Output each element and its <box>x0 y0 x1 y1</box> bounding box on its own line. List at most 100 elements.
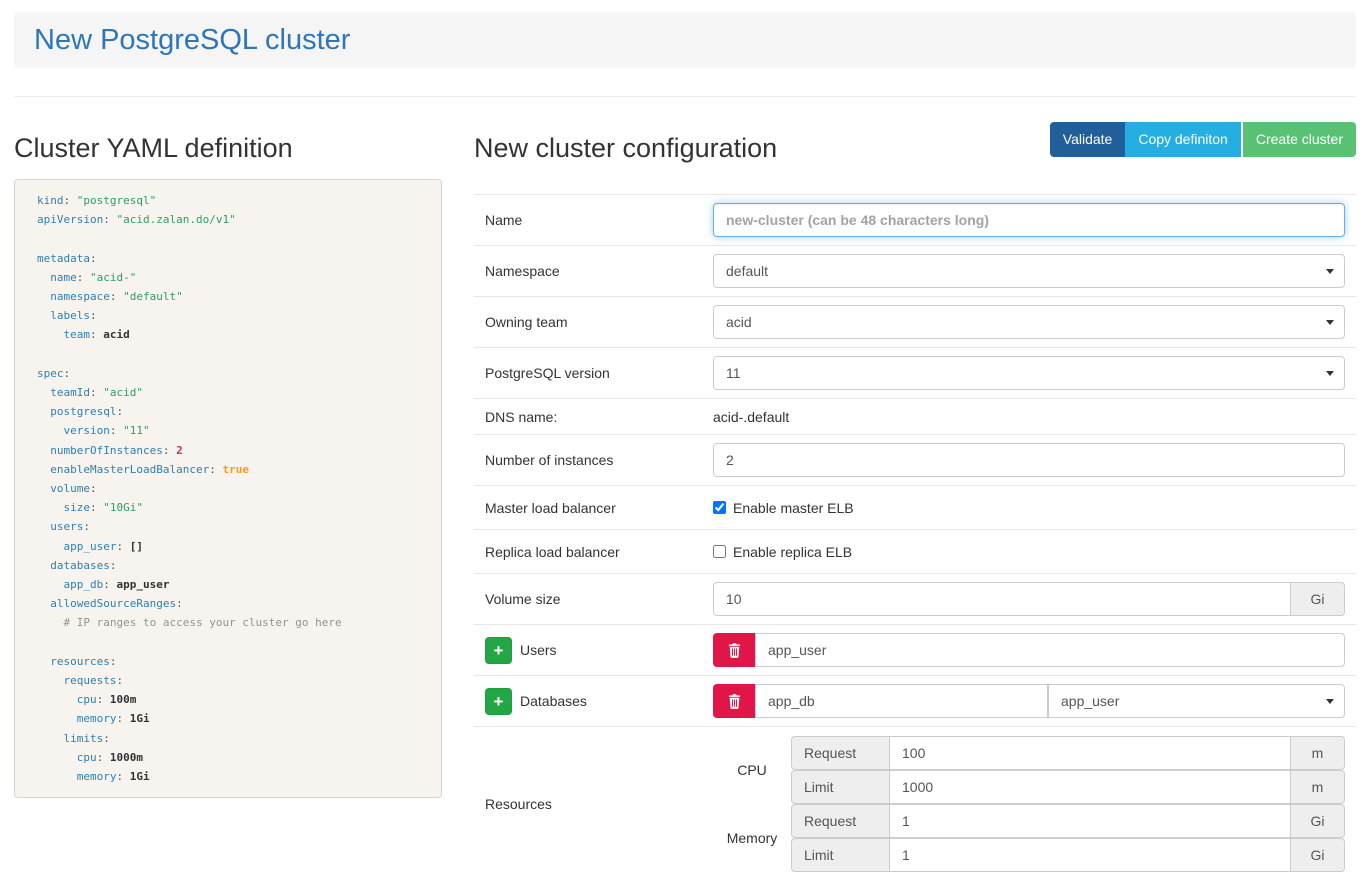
master-lb-label: Master load balancer <box>485 500 713 516</box>
volume-unit-addon: Gi <box>1291 582 1345 616</box>
config-title: New cluster configuration <box>474 133 777 164</box>
owning-team-row: Owning team acid <box>474 297 1356 348</box>
page-header: New PostgreSQL cluster <box>14 12 1356 68</box>
memory-request-input[interactable] <box>889 804 1291 838</box>
chevron-down-icon <box>1326 699 1334 704</box>
cluster-actions: Validate Copy definiton Create cluster <box>1050 122 1356 157</box>
yaml-line: team: acid <box>37 325 419 344</box>
replica-elb-checkbox-label: Enable replica ELB <box>733 544 852 560</box>
yaml-line: postgresql: <box>37 402 419 421</box>
name-input[interactable] <box>713 203 1345 237</box>
yaml-panel-title: Cluster YAML definition <box>14 133 442 164</box>
resource-group-labels: CPU Memory <box>713 736 791 872</box>
yaml-line: memory: 1Gi <box>37 709 419 728</box>
page-title: New PostgreSQL cluster <box>34 24 350 57</box>
pg-version-select-value: 11 <box>726 365 741 381</box>
replica-elb-checkbox[interactable] <box>713 545 726 558</box>
cpu-request-input[interactable] <box>889 736 1291 770</box>
namespace-label: Namespace <box>485 263 713 279</box>
resources-label-col: Resources <box>485 736 713 872</box>
user-item <box>713 633 1345 667</box>
yaml-line: resources: <box>37 652 419 671</box>
cpu-limit-input[interactable] <box>889 770 1291 804</box>
yaml-line: cpu: 1000m <box>37 748 419 767</box>
user-name-input[interactable] <box>755 633 1345 667</box>
memory-label: Memory <box>713 804 791 872</box>
chevron-down-icon <box>1326 371 1334 376</box>
databases-label: Databases <box>520 693 587 709</box>
yaml-line: volume: <box>37 479 419 498</box>
instances-row: Number of instances <box>474 435 1356 486</box>
validate-button[interactable]: Validate <box>1050 122 1126 157</box>
replica-lb-row: Replica load balancer Enable replica ELB <box>474 530 1356 574</box>
add-user-button[interactable]: + <box>485 637 512 664</box>
yaml-line: apiVersion: "acid.zalan.do/v1" <box>37 210 419 229</box>
delete-database-button[interactable] <box>713 684 755 718</box>
cpu-label: CPU <box>713 736 791 804</box>
owning-team-select[interactable]: acid <box>713 305 1345 339</box>
volume-size-label: Volume size <box>485 591 713 607</box>
yaml-line: allowedSourceRanges: <box>37 594 419 613</box>
cpu-limit-unit-addon: m <box>1291 770 1345 804</box>
yaml-line: teamId: "acid" <box>37 383 419 402</box>
yaml-line: users: <box>37 517 419 536</box>
pg-version-label: PostgreSQL version <box>485 365 713 381</box>
master-lb-row: Master load balancer Enable master ELB <box>474 486 1356 530</box>
trash-icon <box>728 694 741 709</box>
cpu-request-addon: Request <box>791 736 889 770</box>
pg-version-select[interactable]: 11 <box>713 356 1345 390</box>
yaml-line: requests: <box>37 671 419 690</box>
owning-team-select-value: acid <box>726 314 752 330</box>
master-elb-checkbox[interactable] <box>713 501 726 514</box>
create-cluster-button[interactable]: Create cluster <box>1243 122 1356 157</box>
yaml-line: name: "acid-" <box>37 268 419 287</box>
users-row: + Users <box>474 625 1356 676</box>
yaml-line: metadata: <box>37 249 419 268</box>
namespace-row: Namespace default <box>474 246 1356 297</box>
volume-size-row: Volume size Gi <box>474 574 1356 625</box>
memory-limit-group: Limit Gi <box>791 838 1345 872</box>
master-elb-checkbox-label: Enable master ELB <box>733 500 854 516</box>
yaml-line <box>37 345 419 364</box>
dns-name-value: acid-.default <box>713 409 789 425</box>
dns-name-row: DNS name: acid-.default <box>474 399 1356 435</box>
namespace-select[interactable]: default <box>713 254 1345 288</box>
database-owner-select[interactable]: app_user <box>1048 684 1345 718</box>
volume-size-input[interactable] <box>713 582 1291 616</box>
yaml-line: cpu: 100m <box>37 690 419 709</box>
yaml-line: databases: <box>37 556 419 575</box>
yaml-line: memory: 1Gi <box>37 767 419 786</box>
copy-definition-button[interactable]: Copy definiton <box>1125 122 1241 157</box>
database-name-input[interactable] <box>755 684 1048 718</box>
databases-row: + Databases <box>474 676 1356 727</box>
dns-name-label: DNS name: <box>485 409 713 425</box>
memory-limit-input[interactable] <box>889 838 1291 872</box>
yaml-line: spec: <box>37 364 419 383</box>
pg-version-row: PostgreSQL version 11 <box>474 348 1356 399</box>
yaml-line: labels: <box>37 306 419 325</box>
memory-limit-addon: Limit <box>791 838 889 872</box>
yaml-line: kind: "postgresql" <box>37 191 419 210</box>
delete-user-button[interactable] <box>713 633 755 667</box>
add-database-button[interactable]: + <box>485 688 512 715</box>
yaml-line: app_db: app_user <box>37 575 419 594</box>
resource-inputs: Request m Limit m Request <box>791 736 1345 872</box>
cpu-request-unit-addon: m <box>1291 736 1345 770</box>
yaml-line: version: "11" <box>37 421 419 440</box>
yaml-definition: kind: "postgresql"apiVersion: "acid.zala… <box>14 179 442 798</box>
yaml-line: namespace: "default" <box>37 287 419 306</box>
cpu-limit-addon: Limit <box>791 770 889 804</box>
cpu-limit-group: Limit m <box>791 770 1345 804</box>
yaml-line: # IP ranges to access your cluster go he… <box>37 613 419 632</box>
yaml-line: enableMasterLoadBalancer: true <box>37 460 419 479</box>
resources-row: Resources CPU Memory Request m <box>474 727 1356 886</box>
yaml-line: numberOfInstances: 2 <box>37 441 419 460</box>
instances-input[interactable] <box>713 443 1345 477</box>
yaml-line: size: "10Gi" <box>37 498 419 517</box>
trash-icon <box>728 643 741 658</box>
owning-team-label: Owning team <box>485 314 713 330</box>
chevron-down-icon <box>1326 269 1334 274</box>
resources-label: Resources <box>485 796 552 812</box>
database-owner-select-value: app_user <box>1061 693 1119 709</box>
cpu-request-group: Request m <box>791 736 1345 770</box>
